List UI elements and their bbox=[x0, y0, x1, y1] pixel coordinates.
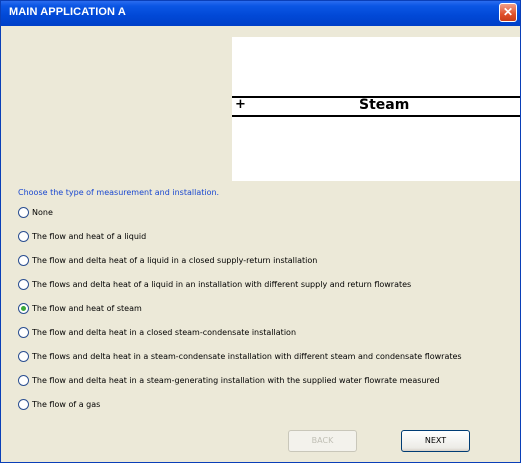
radio-button[interactable] bbox=[18, 399, 29, 410]
medium-label: Steam bbox=[359, 97, 410, 113]
option-liquid-different-flowrates[interactable]: The flows and delta heat of a liquid in … bbox=[18, 279, 411, 290]
option-label: The flows and delta heat of a liquid in … bbox=[32, 280, 412, 289]
close-icon[interactable]: ✕ bbox=[499, 3, 517, 22]
title-bar[interactable]: MAIN APPLICATION A ✕ bbox=[1, 1, 520, 26]
radio-button[interactable] bbox=[18, 351, 29, 362]
radio-button-selected[interactable] bbox=[18, 303, 29, 314]
option-label: The flow and delta heat of a liquid in a… bbox=[32, 256, 318, 265]
dialog-window: MAIN APPLICATION A ✕ + Steam Choose the … bbox=[0, 0, 521, 463]
option-label: The flow of a gas bbox=[32, 400, 101, 409]
back-button[interactable]: BACK bbox=[288, 430, 357, 452]
option-steam-generating[interactable]: The flow and delta heat in a steam-gener… bbox=[18, 375, 440, 386]
option-steam-condensate-different-flowrates[interactable]: The flows and delta heat in a steam-cond… bbox=[18, 351, 462, 362]
radio-button[interactable] bbox=[18, 255, 29, 266]
option-label: The flow and delta heat in a steam-gener… bbox=[32, 376, 440, 385]
option-none[interactable]: None bbox=[18, 207, 53, 218]
option-label: The flows and delta heat in a steam-cond… bbox=[32, 352, 462, 361]
option-label: The flow and heat of steam bbox=[32, 304, 142, 313]
option-liquid-flow-heat[interactable]: The flow and heat of a liquid bbox=[18, 231, 146, 242]
radio-button[interactable] bbox=[18, 327, 29, 338]
radio-button[interactable] bbox=[18, 231, 29, 242]
window-title: MAIN APPLICATION A bbox=[9, 6, 126, 18]
plus-icon: + bbox=[235, 97, 246, 112]
option-label: None bbox=[32, 208, 53, 217]
option-gas-flow[interactable]: The flow of a gas bbox=[18, 399, 100, 410]
option-label: The flow and heat of a liquid bbox=[32, 232, 147, 241]
option-liquid-closed-supply-return[interactable]: The flow and delta heat of a liquid in a… bbox=[18, 255, 317, 266]
option-steam-flow-heat[interactable]: The flow and heat of steam bbox=[18, 303, 142, 314]
option-label: The flow and delta heat in a closed stea… bbox=[32, 328, 297, 337]
radio-button[interactable] bbox=[18, 279, 29, 290]
radio-button[interactable] bbox=[18, 375, 29, 386]
pipe-diagram: + Steam bbox=[232, 96, 520, 117]
measurement-prompt: Choose the type of measurement and insta… bbox=[18, 188, 220, 197]
next-button[interactable]: NEXT bbox=[401, 430, 470, 452]
installation-preview: + Steam bbox=[232, 37, 520, 181]
radio-button[interactable] bbox=[18, 207, 29, 218]
option-steam-condensate-closed[interactable]: The flow and delta heat in a closed stea… bbox=[18, 327, 296, 338]
